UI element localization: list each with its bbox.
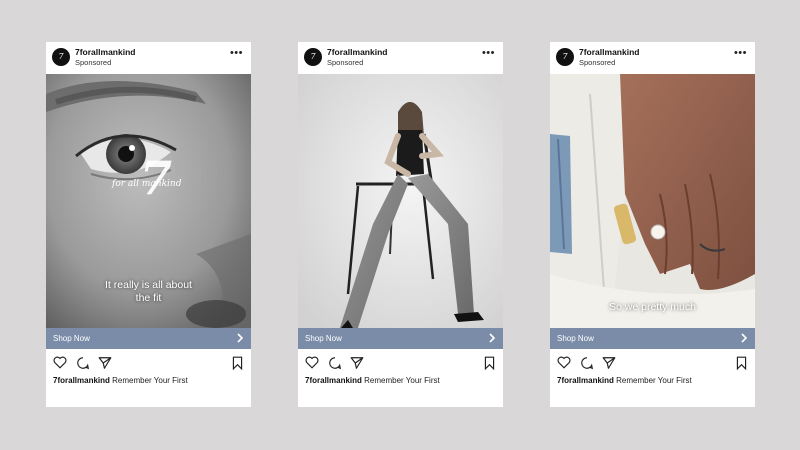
chevron-right-icon: [741, 333, 748, 343]
action-bar: [298, 352, 503, 374]
model-seated-image: [298, 74, 503, 328]
brand-logo-overlay: 7 for all mankind: [112, 151, 188, 212]
avatar[interactable]: 7: [52, 48, 70, 66]
action-bar: [550, 352, 755, 374]
shop-now-button[interactable]: Shop Now: [298, 328, 503, 349]
share-icon[interactable]: [98, 356, 112, 370]
bookmark-icon[interactable]: [232, 356, 243, 370]
ad-post-3: 7 7forallmankind Sponsored ••• So we pre…: [550, 42, 755, 407]
caption-account[interactable]: 7forallmankind: [557, 376, 614, 385]
post-caption: 7forallmankind Remember Your First: [557, 376, 692, 385]
post-caption: 7forallmankind Remember Your First: [305, 376, 440, 385]
caption-text: Remember Your First: [112, 376, 188, 385]
bookmark-icon[interactable]: [484, 356, 495, 370]
post-header: 7 7forallmankind Sponsored •••: [550, 42, 755, 74]
more-icon[interactable]: •••: [734, 48, 747, 59]
hand-in-pocket-image: [550, 74, 755, 328]
avatar[interactable]: 7: [556, 48, 574, 66]
ad-media-hand[interactable]: So we pretty much: [550, 74, 755, 328]
caption-text: Remember Your First: [616, 376, 692, 385]
logo-script: for all mankind: [112, 179, 182, 189]
account-name[interactable]: 7forallmankind: [75, 47, 135, 57]
account-name[interactable]: 7forallmankind: [579, 47, 639, 57]
more-icon[interactable]: •••: [482, 48, 495, 59]
ad-post-2: 7 7forallmankind Sponsored ••• Shop Now …: [298, 42, 503, 407]
shop-now-button[interactable]: Shop Now: [46, 328, 251, 349]
heart-icon[interactable]: [305, 356, 319, 369]
post-header: 7 7forallmankind Sponsored •••: [298, 42, 503, 74]
comment-icon[interactable]: [328, 356, 342, 370]
caption-account[interactable]: 7forallmankind: [53, 376, 110, 385]
sponsored-label: Sponsored: [579, 58, 616, 67]
shop-now-label: Shop Now: [557, 334, 594, 343]
logo-seven: 7: [140, 151, 173, 205]
account-name[interactable]: 7forallmankind: [327, 47, 387, 57]
caption-text: Remember Your First: [364, 376, 440, 385]
ad-media-eye[interactable]: 7 for all mankind It really is all about…: [46, 74, 251, 328]
action-bar: [46, 352, 251, 374]
caption-account[interactable]: 7forallmankind: [305, 376, 362, 385]
chevron-right-icon: [237, 333, 244, 343]
post-header: 7 7forallmankind Sponsored •••: [46, 42, 251, 74]
shop-now-label: Shop Now: [305, 334, 342, 343]
post-caption: 7forallmankind Remember Your First: [53, 376, 188, 385]
ad-post-1: 7 7forallmankind Sponsored ••• 7 for all…: [46, 42, 251, 407]
video-caption-line-1: It really is all about: [105, 279, 192, 291]
comment-icon[interactable]: [76, 356, 90, 370]
comment-icon[interactable]: [580, 356, 594, 370]
sponsored-label: Sponsored: [75, 58, 112, 67]
shop-now-button[interactable]: Shop Now: [550, 328, 755, 349]
avatar[interactable]: 7: [304, 48, 322, 66]
share-icon[interactable]: [350, 356, 364, 370]
more-icon[interactable]: •••: [230, 48, 243, 59]
heart-icon[interactable]: [53, 356, 67, 369]
bookmark-icon[interactable]: [736, 356, 747, 370]
sponsored-label: Sponsored: [327, 58, 364, 67]
share-icon[interactable]: [602, 356, 616, 370]
video-caption: It really is all about the fit: [46, 279, 251, 305]
ad-media-model[interactable]: [298, 74, 503, 328]
shop-now-label: Shop Now: [53, 334, 90, 343]
heart-icon[interactable]: [557, 356, 571, 369]
video-caption-line-2: the fit: [135, 292, 162, 304]
video-caption: So we pretty much: [550, 301, 755, 314]
chevron-right-icon: [489, 333, 496, 343]
video-caption-line-1: So we pretty much: [609, 301, 696, 313]
